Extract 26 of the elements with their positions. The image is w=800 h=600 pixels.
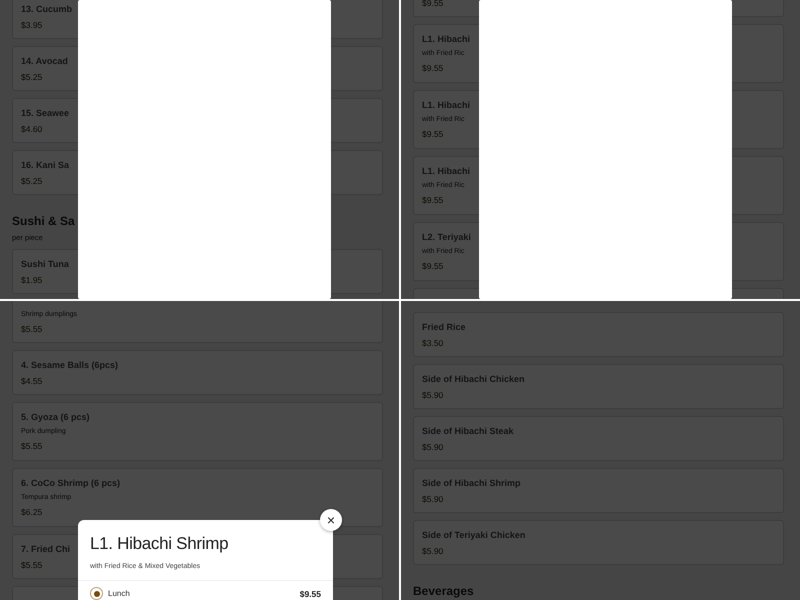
item-price: $6.25 (21, 507, 42, 517)
item-price: $4.60 (21, 124, 42, 134)
item-price: $9.55 (422, 63, 444, 73)
item-price: $9.55 (422, 129, 444, 139)
item-price: $5.90 (422, 442, 444, 452)
item-price: $5.55 (21, 324, 42, 334)
item-price: $5.90 (422, 546, 444, 556)
item-price: $5.55 (21, 441, 42, 451)
option-price: $9.55 (300, 588, 321, 598)
item-price: $5.90 (422, 390, 444, 400)
item-price: $1.95 (21, 275, 42, 285)
item-price: $9.55 (422, 261, 444, 271)
item-price: $5.25 (21, 176, 42, 186)
item-price: $5.25 (21, 72, 42, 82)
option-label: Lunch (108, 589, 130, 598)
item-price: $3.95 (21, 20, 42, 30)
item-price: $3.50 (422, 338, 444, 348)
section-heading: Beverages (413, 584, 474, 598)
item-price: $4.55 (21, 376, 42, 386)
radio-button[interactable] (90, 587, 103, 600)
item-price: $9.55 (422, 0, 444, 8)
modal-title: L1. Hibachi Shrimp (90, 534, 228, 554)
item-price: $5.90 (422, 494, 444, 504)
item-price: $5.55 (21, 560, 42, 570)
section-heading: Sushi & Sa (12, 214, 75, 228)
item-price: $9.55 (422, 195, 444, 205)
